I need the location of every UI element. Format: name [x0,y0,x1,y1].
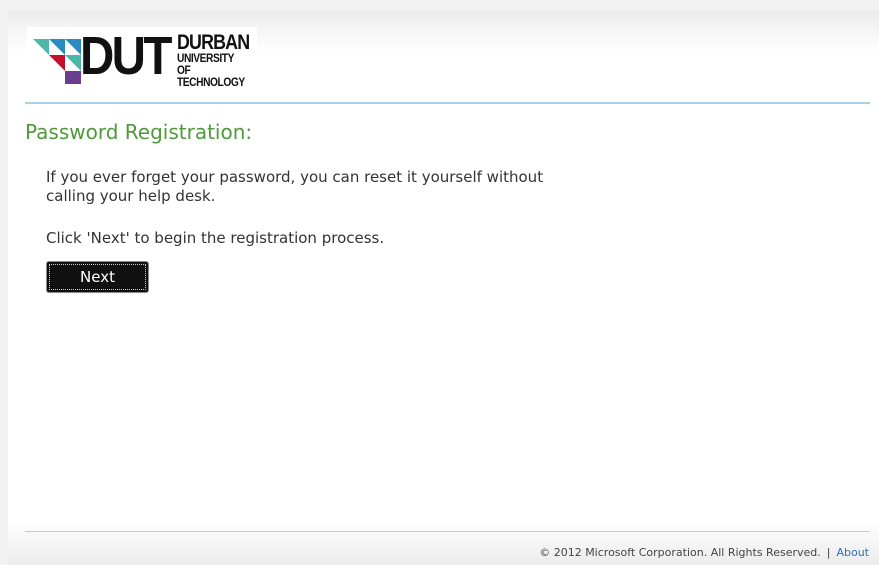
page: DUT DURBAN UNIVERSITY OF TECHNOLOGY Pass… [8,10,879,565]
logo-line-durban: DURBAN [177,31,250,54]
dut-logo: DUT DURBAN UNIVERSITY OF TECHNOLOGY [27,26,257,88]
description-text: If you ever forget your password, you ca… [46,168,544,205]
page-title: Password Registration: [25,120,253,144]
logo-line-university-of: UNIVERSITY OF [177,51,234,77]
footer-separator: | [826,546,831,559]
copyright-text: © 2012 Microsoft Corporation. All Rights… [539,546,821,559]
logo-dut-text: DUT [80,26,172,86]
next-button[interactable]: Next [46,261,149,293]
header-divider [25,102,870,104]
instruction-text: Click 'Next' to begin the registration p… [46,229,385,247]
logo-line-technology: TECHNOLOGY [177,75,245,89]
dut-triangles-icon [33,39,81,84]
about-link[interactable]: About [836,546,869,559]
footer: © 2012 Microsoft Corporation. All Rights… [539,546,869,559]
footer-divider [25,531,870,532]
logo-university-name: DURBAN UNIVERSITY OF TECHNOLOGY [177,31,262,89]
